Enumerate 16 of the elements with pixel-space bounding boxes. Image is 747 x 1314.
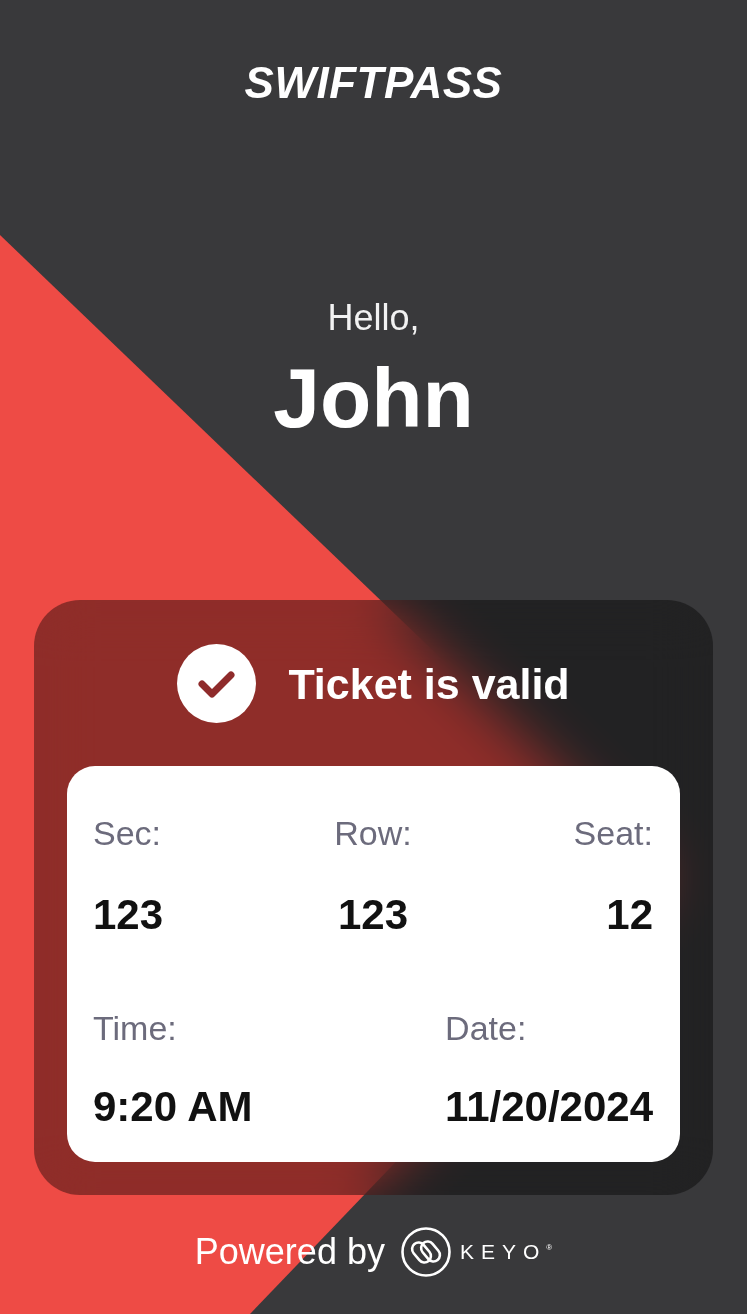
field-label: Time: xyxy=(93,1008,177,1048)
brand-wordmark: KEYO$^{®}$ xyxy=(459,1240,553,1264)
field-value: 11/20/2024 xyxy=(445,1083,653,1131)
field-label: Row: xyxy=(334,813,412,853)
user-name: John xyxy=(273,353,474,443)
ticket-status-text: Ticket is valid xyxy=(288,658,570,709)
greeting-text: Hello, xyxy=(327,298,420,338)
field-label: Date: xyxy=(445,1008,527,1048)
link-circle-logo-icon xyxy=(400,1227,451,1277)
app-logo: SWIFTPASS xyxy=(244,61,503,105)
field-value: 123 xyxy=(337,891,409,939)
field-label: Sec: xyxy=(93,813,162,853)
field-label: Seat: xyxy=(573,813,653,853)
field-value: 9:20 AM xyxy=(93,1083,253,1131)
field-value: 12 xyxy=(606,891,653,939)
field-value: 123 xyxy=(93,891,164,939)
